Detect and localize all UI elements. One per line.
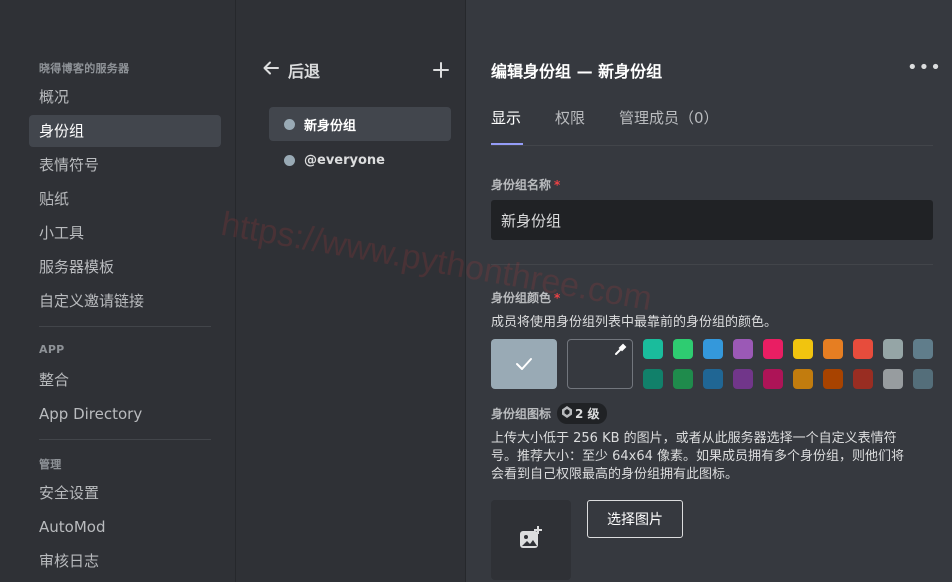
color-swatch[interactable] [733, 369, 753, 389]
color-swatch[interactable] [793, 339, 813, 359]
more-horizontal-icon[interactable]: ••• [907, 56, 942, 80]
color-swatch[interactable] [883, 339, 903, 359]
sidebar-item-emoji[interactable]: 表情符号 [29, 149, 221, 181]
sidebar-item-automod[interactable]: AutoMod [29, 511, 221, 543]
sidebar-item-roles[interactable]: 身份组 [29, 115, 221, 147]
sidebar-item-app-directory[interactable]: App Directory [29, 398, 221, 430]
color-swatch[interactable] [823, 369, 843, 389]
role-name: 新身份组 [304, 118, 357, 134]
choose-image-button[interactable]: 选择图片 [587, 500, 683, 538]
add-image-icon [519, 526, 543, 554]
tab-divider [491, 145, 933, 146]
color-swatch[interactable] [853, 369, 873, 389]
color-swatch[interactable] [913, 369, 933, 389]
boost-gem-icon [562, 406, 573, 421]
arrow-left-icon [262, 59, 280, 81]
sidebar-divider [39, 326, 211, 327]
role-color-label-text: 身份组颜色 [491, 291, 552, 305]
role-color-label: 身份组颜色 * [491, 289, 560, 306]
color-swatch[interactable] [643, 369, 663, 389]
role-item[interactable]: @everyone [269, 143, 451, 177]
role-icon-label: 身份组图标 [491, 407, 552, 421]
color-swatch[interactable] [703, 339, 723, 359]
color-swatch[interactable] [823, 339, 843, 359]
role-icon-header: 身份组图标 2 级 [491, 403, 607, 424]
color-swatch[interactable] [853, 339, 873, 359]
section-divider [491, 264, 933, 265]
color-swatch[interactable] [763, 339, 783, 359]
color-swatch[interactable] [673, 369, 693, 389]
sidebar-item-overview[interactable]: 概况 [29, 81, 221, 113]
tab-display[interactable]: 显示 [491, 106, 521, 130]
color-swatch[interactable] [763, 369, 783, 389]
sidebar-divider [39, 439, 211, 440]
role-icon-upload[interactable] [491, 500, 571, 580]
sidebar-item-audit-log[interactable]: 审核日志 [29, 545, 221, 577]
role-name: @everyone [304, 152, 385, 168]
role-list-panel: 后退 新身份组 @everyone [235, 0, 466, 582]
color-swatch[interactable] [733, 339, 753, 359]
color-swatch[interactable] [643, 339, 663, 359]
role-name-label: 身份组名称 * [491, 176, 560, 193]
role-editor: 编辑身份组 — 新身份组 ••• 显示 权限 管理成员（0） 身份组名称* 身份… [467, 0, 952, 582]
color-palette [643, 339, 933, 389]
color-swatch[interactable] [703, 369, 723, 389]
role-color-dot [284, 154, 295, 166]
role-name-input[interactable] [491, 200, 933, 240]
required-mark: * [554, 291, 561, 305]
color-swatch[interactable] [673, 339, 693, 359]
role-color-description: 成员将使用身份组列表中最靠前的身份组的颜色。 [491, 315, 778, 330]
sidebar-item-safety-setup[interactable]: 安全设置 [29, 477, 221, 509]
required-mark: * [554, 178, 561, 192]
level-badge-text: 2 级 [575, 407, 600, 421]
custom-color-swatch[interactable] [567, 339, 633, 389]
sidebar-item-integrations[interactable]: 整合 [29, 364, 221, 396]
back-button[interactable]: 后退 [262, 58, 320, 82]
checkmark-icon [515, 352, 533, 376]
role-name-label-text: 身份组名称 [491, 178, 552, 192]
sidebar-item-vanity-url[interactable]: 自定义邀请链接 [29, 285, 221, 317]
server-settings-heading: 晓得博客的服务器 [39, 62, 130, 75]
sidebar-item-stickers[interactable]: 贴纸 [29, 183, 221, 215]
sidebar-item-server-template[interactable]: 服务器模板 [29, 251, 221, 283]
role-item[interactable]: 新身份组 [269, 107, 451, 141]
plus-icon[interactable] [431, 58, 451, 82]
sidebar-item-widget[interactable]: 小工具 [29, 217, 221, 249]
role-icon-description-line: 号。推荐大小：至少 64x64 像素。如果成员拥有多个身份组，则他们将 [491, 449, 905, 464]
page-title: 编辑身份组 — 新身份组 [491, 62, 663, 81]
color-swatch[interactable] [793, 369, 813, 389]
settings-sidebar: 晓得博客的服务器 概况 身份组 表情符号 贴纸 小工具 服务器模板 自定义邀请链… [0, 0, 235, 582]
level-badge: 2 级 [557, 403, 607, 424]
default-color-swatch[interactable] [491, 339, 557, 389]
color-swatch[interactable] [883, 369, 903, 389]
moderation-heading: 管理 [39, 458, 62, 471]
tab-permissions[interactable]: 权限 [555, 106, 585, 130]
tab-manage-members[interactable]: 管理成员（0） [619, 106, 719, 130]
role-color-dot [284, 118, 295, 130]
role-icon-description-line: 会看到自己权限最高的身份组拥有此图标。 [491, 467, 739, 482]
color-swatch[interactable] [913, 339, 933, 359]
back-label: 后退 [288, 62, 321, 81]
role-icon-description-line: 上传大小低于 256 KB 的图片，或者从此服务器选择一个自定义表情符 [491, 431, 897, 446]
app-heading: APP [39, 343, 65, 356]
eyedropper-icon [614, 343, 627, 360]
